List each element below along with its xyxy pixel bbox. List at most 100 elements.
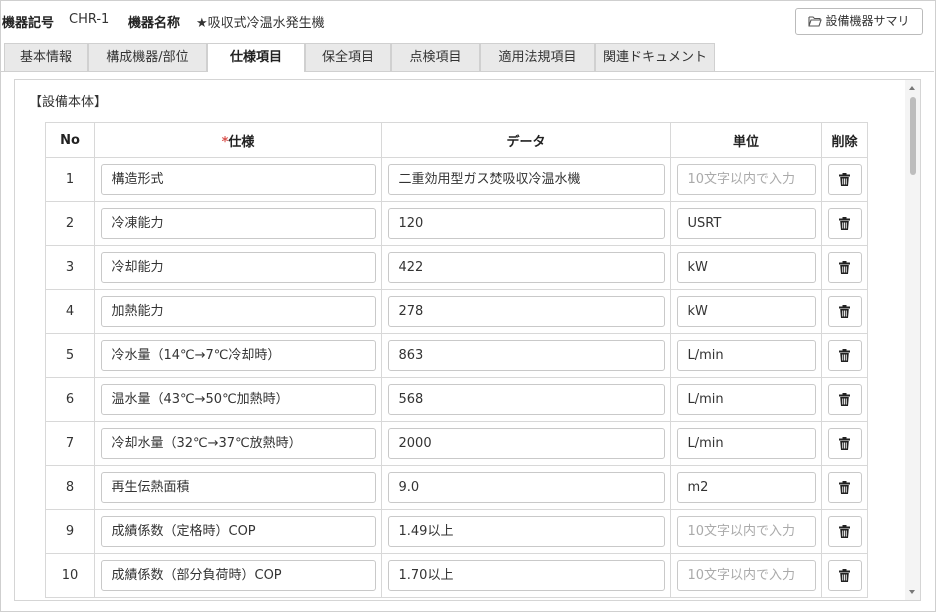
unit-input[interactable]: 10文字以内で入力	[676, 516, 816, 547]
unit-input[interactable]: kW	[676, 252, 816, 283]
row-number: 4	[45, 289, 95, 334]
tab-divider	[0, 71, 934, 72]
scroll-up-arrow[interactable]	[909, 86, 915, 90]
equipment-summary-button[interactable]: 設備機器サマリ	[795, 8, 923, 35]
spec-data-input[interactable]: 120	[387, 208, 665, 239]
spec-name-input[interactable]: 温水量（43℃→50℃加熱時）	[100, 384, 376, 415]
section-title: 【設備本体】	[29, 95, 108, 110]
scroll-down-arrow[interactable]	[909, 590, 915, 594]
spec-data-input[interactable]: 二重効用型ガス焚吸収冷温水機	[387, 164, 665, 195]
unit-input[interactable]: L/min	[676, 428, 816, 459]
table-row: 1 構造形式 二重効用型ガス焚吸収冷温水機 10文字以内で入力	[45, 157, 868, 202]
delete-row-button[interactable]	[827, 164, 862, 195]
trash-icon	[839, 393, 850, 406]
row-number: 2	[45, 201, 95, 246]
folder-open-icon	[808, 16, 823, 27]
delete-row-button[interactable]	[827, 516, 862, 547]
trash-icon	[839, 305, 850, 318]
spec-data-input[interactable]: 278	[387, 296, 665, 327]
unit-input[interactable]: 10文字以内で入力	[676, 560, 816, 591]
spec-data-input[interactable]: 863	[387, 340, 665, 371]
equipment-header: 機器記号 CHR-1 機器名称 ★吸収式冷温水発生機 設備機器サマリ	[0, 0, 934, 40]
unit-input[interactable]: L/min	[676, 340, 816, 371]
spec-data-input[interactable]: 1.49以上	[387, 516, 665, 547]
delete-row-button[interactable]	[827, 296, 862, 327]
spec-panel: 【設備本体】 No *仕様 データ 単位 削除 1 構造形式 二重効用型ガス焚吸収冷…	[14, 79, 921, 601]
unit-input[interactable]: m2	[676, 472, 816, 503]
spec-name-input[interactable]: 冷却能力	[100, 252, 376, 283]
spec-name-input[interactable]: 再生伝熱面積	[100, 472, 376, 503]
row-number: 9	[45, 509, 95, 554]
row-number: 10	[45, 553, 95, 598]
header-spec-label: 仕様	[228, 134, 255, 150]
row-number: 3	[45, 245, 95, 290]
summary-button-label: 設備機器サマリ	[825, 14, 910, 28]
trash-icon	[839, 217, 850, 230]
row-number: 6	[45, 377, 95, 422]
trash-icon	[839, 481, 850, 494]
unit-input[interactable]: USRT	[676, 208, 816, 239]
spec-name-input[interactable]: 成績係数（定格時）COP	[100, 516, 376, 547]
tab-maintenance[interactable]: 保全項目	[305, 43, 391, 71]
trash-icon	[839, 173, 850, 186]
delete-row-button[interactable]	[827, 208, 862, 239]
table-row: 6 温水量（43℃→50℃加熱時） 568 L/min	[45, 377, 868, 422]
spec-name-input[interactable]: 冷凍能力	[100, 208, 376, 239]
delete-row-button[interactable]	[827, 340, 862, 371]
row-number: 8	[45, 465, 95, 510]
header-data: データ	[381, 122, 671, 158]
header-no: No	[45, 122, 95, 158]
row-number: 1	[45, 157, 95, 202]
spec-data-input[interactable]: 422	[387, 252, 665, 283]
table-row: 8 再生伝熱面積 9.0 m2	[45, 465, 868, 510]
header-delete: 削除	[821, 122, 868, 158]
tab-inspection[interactable]: 点検項目	[391, 43, 480, 71]
trash-icon	[839, 437, 850, 450]
delete-row-button[interactable]	[827, 560, 862, 591]
header-unit: 単位	[670, 122, 822, 158]
table-row: 5 冷水量（14℃→7℃冷却時） 863 L/min	[45, 333, 868, 378]
tab-specifications[interactable]: 仕様項目	[207, 43, 305, 72]
scrollbar-thumb[interactable]	[910, 97, 916, 175]
equipment-code-value: CHR-1	[69, 12, 110, 27]
spec-name-input[interactable]: 成績係数（部分負荷時）COP	[100, 560, 376, 591]
vertical-scrollbar[interactable]	[905, 80, 920, 600]
spec-name-input[interactable]: 冷却水量（32℃→37℃放熱時）	[100, 428, 376, 459]
trash-icon	[839, 569, 850, 582]
equipment-code-label: 機器記号	[2, 16, 55, 31]
row-number: 5	[45, 333, 95, 378]
delete-row-button[interactable]	[827, 384, 862, 415]
table-row: 9 成績係数（定格時）COP 1.49以上 10文字以内で入力	[45, 509, 868, 554]
unit-input[interactable]: kW	[676, 296, 816, 327]
tab-basic-info[interactable]: 基本情報	[4, 43, 88, 71]
spec-table-header: No *仕様 データ 単位 削除	[45, 122, 868, 158]
equipment-name-value: ★吸収式冷温水発生機	[196, 16, 325, 31]
spec-data-input[interactable]: 1.70以上	[387, 560, 665, 591]
row-number: 7	[45, 421, 95, 466]
delete-row-button[interactable]	[827, 428, 862, 459]
spec-table: No *仕様 データ 単位 削除 1 構造形式 二重効用型ガス焚吸収冷温水機 10文字…	[45, 122, 868, 598]
header-spec: *仕様	[94, 122, 382, 158]
spec-data-input[interactable]: 9.0	[387, 472, 665, 503]
unit-input[interactable]: L/min	[676, 384, 816, 415]
spec-data-input[interactable]: 2000	[387, 428, 665, 459]
table-row: 2 冷凍能力 120 USRT	[45, 201, 868, 246]
table-row: 3 冷却能力 422 kW	[45, 245, 868, 290]
spec-name-input[interactable]: 冷水量（14℃→7℃冷却時）	[100, 340, 376, 371]
unit-input[interactable]: 10文字以内で入力	[676, 164, 816, 195]
tab-documents[interactable]: 関連ドキュメント	[595, 43, 715, 71]
trash-icon	[839, 349, 850, 362]
trash-icon	[839, 525, 850, 538]
equipment-name-label: 機器名称	[128, 16, 181, 31]
delete-row-button[interactable]	[827, 252, 862, 283]
spec-data-input[interactable]: 568	[387, 384, 665, 415]
trash-icon	[839, 261, 850, 274]
spec-name-input[interactable]: 構造形式	[100, 164, 376, 195]
delete-row-button[interactable]	[827, 472, 862, 503]
tab-components[interactable]: 構成機器/部位	[88, 43, 207, 71]
table-row: 10 成績係数（部分負荷時）COP 1.70以上 10文字以内で入力	[45, 553, 868, 598]
table-row: 7 冷却水量（32℃→37℃放熱時） 2000 L/min	[45, 421, 868, 466]
spec-name-input[interactable]: 加熱能力	[100, 296, 376, 327]
table-row: 4 加熱能力 278 kW	[45, 289, 868, 334]
tab-regulations[interactable]: 適用法規項目	[480, 43, 595, 71]
